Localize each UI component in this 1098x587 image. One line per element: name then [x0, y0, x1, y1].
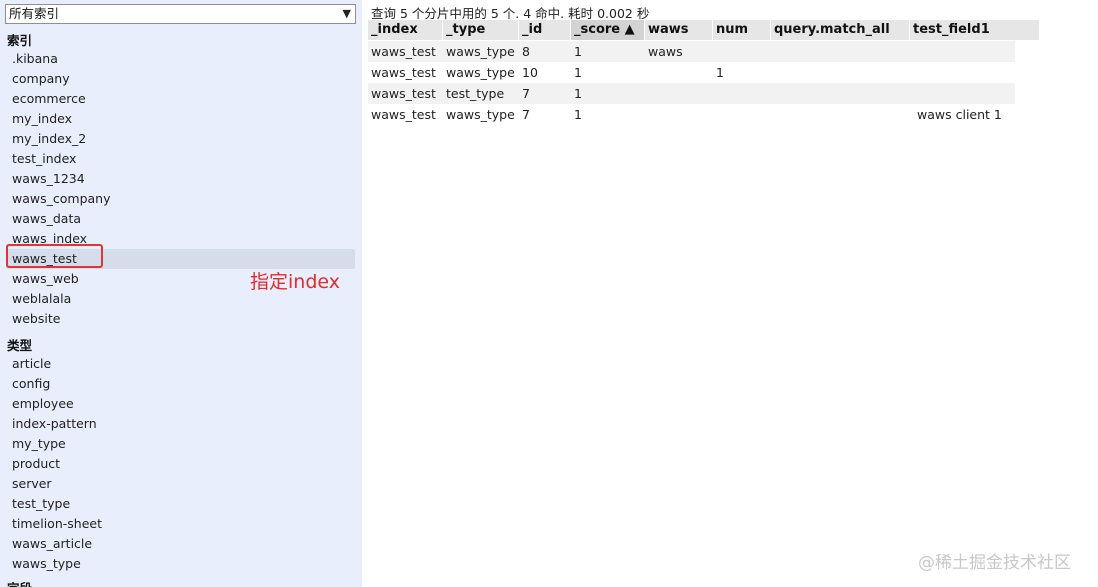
sidebar-index-item[interactable]: website [6, 309, 355, 329]
sidebar-index-item[interactable]: waws_company [6, 189, 355, 209]
cell-query-match-all [771, 83, 774, 104]
cell-type: waws_type [446, 44, 515, 59]
cell-index: waws_test [371, 107, 436, 122]
cell-query-match-all [771, 104, 774, 125]
column-header-type[interactable]: _type [443, 20, 519, 40]
sidebar-type-item[interactable]: employee [6, 394, 355, 414]
cell-type: waws_type [446, 65, 515, 80]
sidebar-index-item[interactable]: waws_data [6, 209, 355, 229]
cell-waws [645, 104, 648, 125]
cell-index: waws_test [371, 65, 436, 80]
sidebar-type-item[interactable]: index-pattern [6, 414, 355, 434]
column-header-waws[interactable]: waws [645, 20, 713, 40]
cell-index: waws_test [371, 86, 436, 101]
annotation-label: 指定index [250, 271, 340, 293]
sidebar-index-item[interactable]: test_index [6, 149, 355, 169]
sidebar-type-item[interactable]: server [6, 474, 355, 494]
table-row[interactable]: waws_test waws_type 7 1 waws client 1 [368, 104, 1015, 125]
sidebar-type-item[interactable]: article [6, 354, 355, 374]
sidebar-index-item[interactable]: .kibana [6, 49, 355, 69]
cell-query-match-all [771, 62, 774, 83]
sidebar-type-item[interactable]: my_type [6, 434, 355, 454]
table-row[interactable]: waws_test waws_type 10 1 1 [368, 62, 1015, 83]
cell-waws [645, 62, 648, 83]
cell-index: waws_test [371, 44, 436, 59]
chevron-down-icon: ▼ [342, 7, 351, 20]
cell-id: 7 [522, 107, 530, 122]
cell-id: 10 [522, 65, 538, 80]
column-header-query-match-all[interactable]: query.match_all [771, 20, 910, 40]
sidebar-type-item[interactable]: config [6, 374, 355, 394]
cell-waws [645, 83, 648, 104]
cell-query-match-all [771, 41, 774, 62]
cell-test-field1 [914, 62, 917, 83]
cell-waws: waws [648, 44, 683, 59]
cell-score: 1 [574, 65, 582, 80]
table-row[interactable]: waws_test waws_type 8 1 waws [368, 41, 1015, 62]
types-section-title: 类型 [7, 338, 33, 353]
fields-section-title: 字段 [7, 578, 32, 587]
cell-test-field1 [914, 41, 917, 62]
cell-num [713, 41, 716, 62]
column-header-num[interactable]: num [713, 20, 771, 40]
sidebar-index-item[interactable]: my_index_2 [6, 129, 355, 149]
watermark: @稀土掘金技术社区 [918, 553, 1071, 573]
cell-num [713, 104, 716, 125]
cell-num: 1 [716, 65, 724, 80]
column-header-score-sorted[interactable]: _score ▲ [571, 20, 645, 40]
cell-id: 8 [522, 44, 530, 59]
sidebar-type-item[interactable]: product [6, 454, 355, 474]
column-header-id[interactable]: _id [519, 20, 571, 40]
sidebar-type-item[interactable]: waws_type [6, 554, 355, 574]
cell-id: 7 [522, 86, 530, 101]
cell-score: 1 [574, 44, 582, 59]
sidebar-type-item[interactable]: waws_article [6, 534, 355, 554]
sidebar-index-item[interactable]: waws_1234 [6, 169, 355, 189]
sidebar-index-item[interactable]: ecommerce [6, 89, 355, 109]
index-select[interactable]: 所有索引 ▼ [5, 4, 356, 24]
cell-type: test_type [446, 86, 505, 101]
sidebar-index-item[interactable]: my_index [6, 109, 355, 129]
cell-type: waws_type [446, 107, 515, 122]
table-row[interactable]: waws_test test_type 7 1 [368, 83, 1015, 104]
cell-score: 1 [574, 86, 582, 101]
indices-section-title: 索引 [7, 33, 33, 48]
sidebar-type-item[interactable]: timelion-sheet [6, 514, 355, 534]
annotation-highlight-box [6, 244, 103, 268]
column-header-index[interactable]: _index [368, 20, 443, 40]
cell-test-field1 [914, 83, 917, 104]
cell-num [713, 83, 716, 104]
column-header-test-field1[interactable]: test_field1 [910, 20, 1040, 40]
sidebar-type-item[interactable]: test_type [6, 494, 355, 514]
index-select-value: 所有索引 [9, 6, 60, 21]
cell-score: 1 [574, 107, 582, 122]
cell-test-field1: waws client 1 [917, 107, 1002, 122]
sidebar-index-item[interactable]: company [6, 69, 355, 89]
